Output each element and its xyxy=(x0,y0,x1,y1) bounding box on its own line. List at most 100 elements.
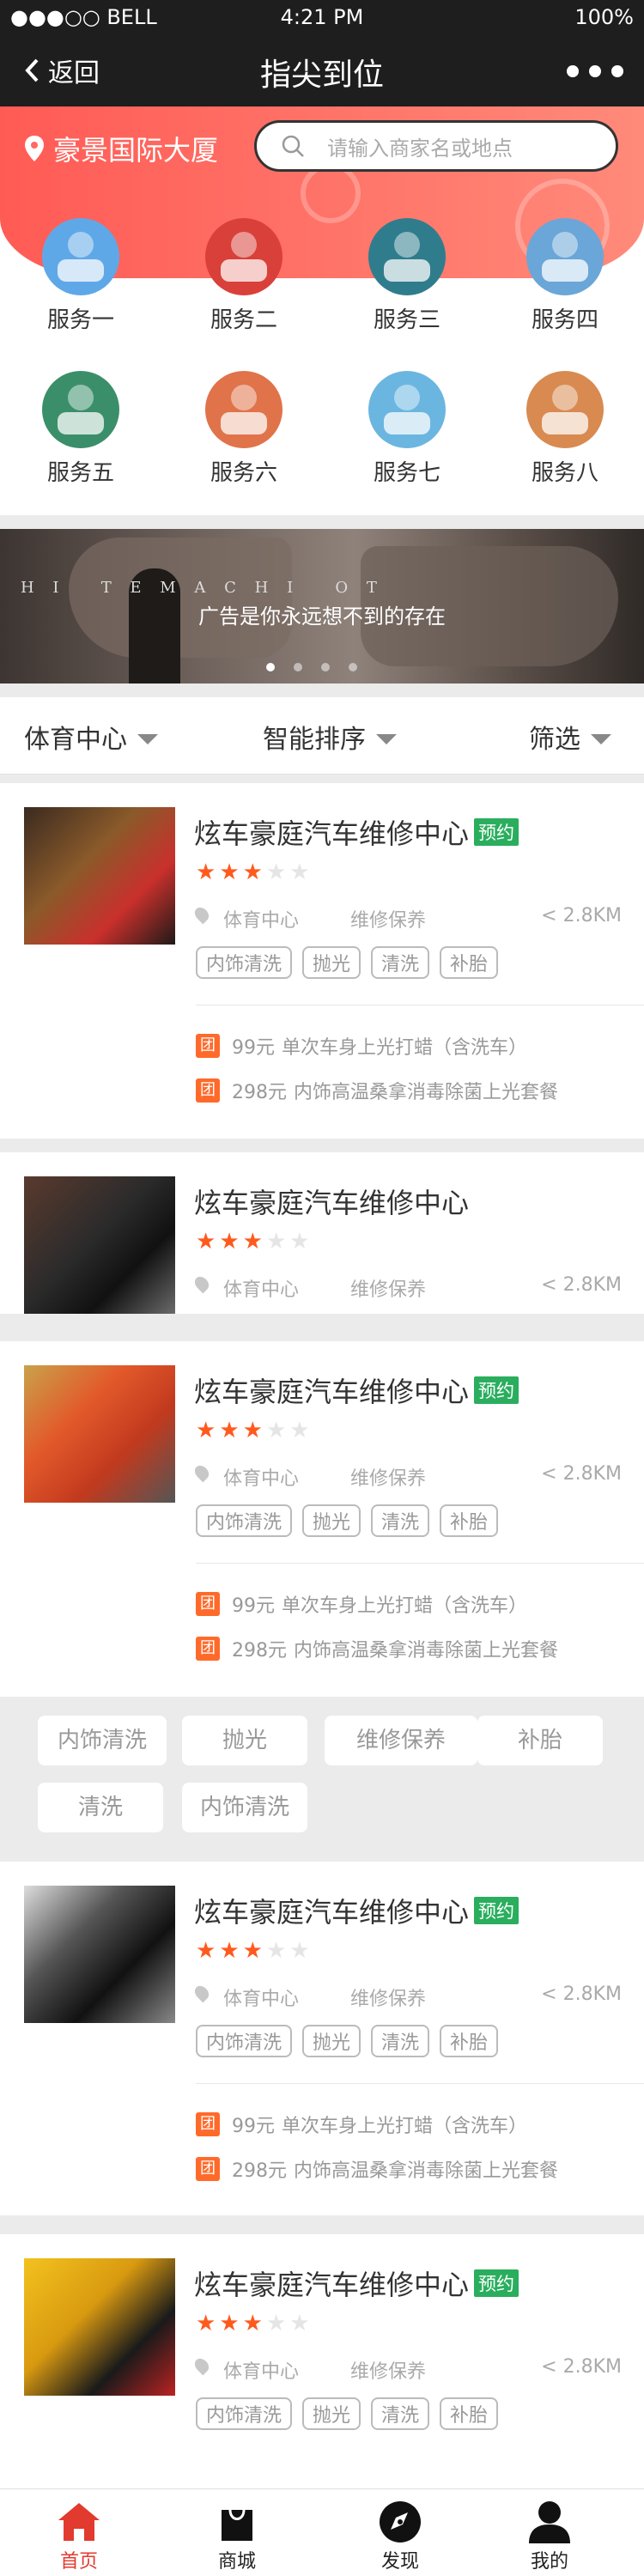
tag-chip[interactable]: 内饰清洗 xyxy=(182,1783,307,1832)
deal-item[interactable]: 团 99元 单次车身上光打蜡（含洗车） xyxy=(196,1590,527,1618)
service-item[interactable]: 服务七 xyxy=(347,371,467,487)
service-item[interactable]: 服务五 xyxy=(21,371,141,487)
shop-title-text: 炫车豪庭汽车维修中心 xyxy=(194,817,470,850)
tab-profile-label: 我的 xyxy=(530,2551,568,2573)
shop-tags: 内饰清洗 抛光 清洗 补胎 xyxy=(196,2397,499,2430)
shop-tag[interactable]: 补胎 xyxy=(440,2025,499,2057)
shop-tag[interactable]: 内饰清洗 xyxy=(196,1504,293,1537)
carousel-dot[interactable] xyxy=(266,663,275,671)
filter-screen[interactable]: 筛选 xyxy=(529,718,611,756)
filter-sort[interactable]: 智能排序 xyxy=(263,718,397,756)
deal-item[interactable]: 团 298元 内饰高温桑拿消毒除菌上光套餐 xyxy=(196,1635,558,1662)
star-icon: ★ xyxy=(196,860,216,885)
shop-tag[interactable]: 清洗 xyxy=(371,2397,430,2430)
service-item[interactable]: 服务八 xyxy=(505,371,625,487)
home-icon xyxy=(58,2503,100,2541)
tab-home[interactable]: 首页 xyxy=(27,2498,131,2573)
service-label: 服务六 xyxy=(210,460,277,486)
shop-distance: < 2.8KM xyxy=(541,905,622,927)
tab-mall[interactable]: 商城 xyxy=(185,2498,289,2573)
shop-tag[interactable]: 补胎 xyxy=(440,946,499,979)
tag-chip[interactable]: 补胎 xyxy=(477,1716,603,1765)
reserve-badge: 预约 xyxy=(474,818,519,846)
star-icon: ★ xyxy=(289,860,310,885)
tab-home-label: 首页 xyxy=(59,2551,98,2573)
service-item[interactable]: 服务四 xyxy=(505,218,625,334)
shop-tags: 内饰清洗 抛光 清洗 补胎 xyxy=(196,946,499,979)
deal-item[interactable]: 团 298元 内饰高温桑拿消毒除菌上光套餐 xyxy=(196,2155,558,2183)
shop-tag[interactable]: 清洗 xyxy=(371,2025,430,2057)
star-icon: ★ xyxy=(219,1938,240,1964)
shop-tags: 内饰清洗 抛光 清洗 补胎 xyxy=(196,2025,499,2057)
shop-tag[interactable]: 清洗 xyxy=(371,946,430,979)
tab-bar: 首页 商城 发现 我的 xyxy=(0,2488,644,2576)
service-label: 服务七 xyxy=(373,460,440,486)
dropdown-arrow-icon xyxy=(591,734,611,744)
shop-category: 维修保养 xyxy=(350,2361,427,2383)
service-label: 服务一 xyxy=(46,307,114,333)
tab-profile[interactable]: 我的 xyxy=(498,2498,601,2573)
dropdown-arrow-icon xyxy=(376,734,397,744)
ad-banner[interactable]: H I T E M A C H I O T 广告是你永远想不到的存在 xyxy=(0,529,644,683)
deal-item[interactable]: 团 99元 单次车身上光打蜡（含洗车） xyxy=(196,1032,527,1060)
shop-title: 炫车豪庭汽车维修中心 预约 xyxy=(194,812,519,852)
shop-tag[interactable]: 补胎 xyxy=(440,2397,499,2430)
deal-text: 内饰高温桑拿消毒除菌上光套餐 xyxy=(294,1640,559,1662)
star-icon: ★ xyxy=(289,1418,310,1443)
tag-chip[interactable]: 内饰清洗 xyxy=(38,1716,167,1765)
shop-tag[interactable]: 内饰清洗 xyxy=(196,946,293,979)
document-icon xyxy=(205,371,283,448)
star-icon: ★ xyxy=(265,2311,287,2336)
tab-discover[interactable]: 发现 xyxy=(349,2498,452,2573)
service-item[interactable]: 服务三 xyxy=(347,218,467,334)
shop-tag[interactable]: 内饰清洗 xyxy=(196,2025,293,2057)
location-selector[interactable]: 豪景国际大厦 xyxy=(24,129,218,168)
shop-title: 炫车豪庭汽车维修中心 预约 xyxy=(194,1370,519,1410)
shop-card[interactable]: 炫车豪庭汽车维修中心 预约 ★ ★ ★ ★ ★ 体育中心 维修保养 < 2.8KM 内饰清洗 抛光 清洗… xyxy=(0,1862,644,2215)
search-placeholder: 请输入商家名或地点 xyxy=(327,136,513,161)
deal-item[interactable]: 团 99元 单次车身上光打蜡（含洗车） xyxy=(196,2111,527,2138)
shop-distance: < 2.8KM xyxy=(541,1463,622,1485)
tag-cloud: 内饰清洗 抛光 维修保养 补胎 清洗 内饰清洗 xyxy=(0,1697,644,1862)
tag-chip[interactable]: 维修保养 xyxy=(325,1716,477,1765)
search-input[interactable]: 请输入商家名或地点 xyxy=(254,120,618,172)
star-icon: ★ xyxy=(219,2311,240,2336)
shop-tag[interactable]: 补胎 xyxy=(440,1504,499,1537)
shop-tag[interactable]: 抛光 xyxy=(302,946,361,979)
carousel-dot[interactable] xyxy=(294,663,302,671)
star-icon: ★ xyxy=(265,860,287,885)
service-item[interactable]: 服务二 xyxy=(184,218,304,334)
shop-tag[interactable]: 内饰清洗 xyxy=(196,2397,293,2430)
rating-stars: ★ ★ ★ ★ ★ xyxy=(196,1230,310,1254)
shop-tag[interactable]: 抛光 xyxy=(302,2025,361,2057)
service-item[interactable]: 服务一 xyxy=(21,218,141,334)
rating-stars: ★ ★ ★ ★ ★ xyxy=(196,2312,310,2336)
service-item[interactable]: 服务六 xyxy=(184,371,304,487)
shop-tag[interactable]: 抛光 xyxy=(302,2397,361,2430)
location-pin-icon xyxy=(191,904,212,925)
deal-price: 298元 xyxy=(232,1082,287,1103)
car-driver-icon xyxy=(205,218,283,295)
shop-tag[interactable]: 清洗 xyxy=(371,1504,430,1537)
filter-area[interactable]: 体育中心 xyxy=(24,718,158,756)
clock: 4:21 PM xyxy=(280,5,364,29)
shop-title: 炫车豪庭汽车维修中心 预约 xyxy=(194,2263,519,2303)
tag-chip[interactable]: 清洗 xyxy=(38,1783,163,1832)
shop-category: 维修保养 xyxy=(350,910,427,932)
shop-card[interactable]: 炫车豪庭汽车维修中心 预约 ★ ★ ★ ★ ★ 体育中心 维修保养 < 2.8KM 内饰清洗 抛光 清洗… xyxy=(0,1341,644,1697)
more-button[interactable] xyxy=(567,65,623,77)
carousel-dot[interactable] xyxy=(321,663,330,671)
shop-card[interactable]: 炫车豪庭汽车维修中心 预约 ★ ★ ★ ★ ★ 体育中心 维修保养 < 2.8KM 内饰清洗 抛光 清洗… xyxy=(0,783,644,1139)
battery-label: 100% xyxy=(574,5,634,29)
star-icon: ★ xyxy=(242,1229,263,1255)
carousel-dot[interactable] xyxy=(349,663,357,671)
deal-text: 内饰高温桑拿消毒除菌上光套餐 xyxy=(294,2160,559,2182)
deal-item[interactable]: 团 298元 内饰高温桑拿消毒除菌上光套餐 xyxy=(196,1077,558,1104)
shop-card[interactable]: 炫车豪庭汽车维修中心 ★ ★ ★ ★ ★ 体育中心 维修保养 < 2.8KM xyxy=(0,1152,644,1314)
shop-tag[interactable]: 抛光 xyxy=(302,1504,361,1537)
shop-distance: < 2.8KM xyxy=(541,1274,622,1296)
shop-distance: < 2.8KM xyxy=(541,1984,622,2005)
tab-discover-label: 发现 xyxy=(380,2551,419,2573)
tag-chip[interactable]: 抛光 xyxy=(182,1716,307,1765)
shop-card[interactable]: 炫车豪庭汽车维修中心 预约 ★ ★ ★ ★ ★ 体育中心 维修保养 < 2.8KM 内饰清洗 抛光 清洗… xyxy=(0,2234,644,2492)
